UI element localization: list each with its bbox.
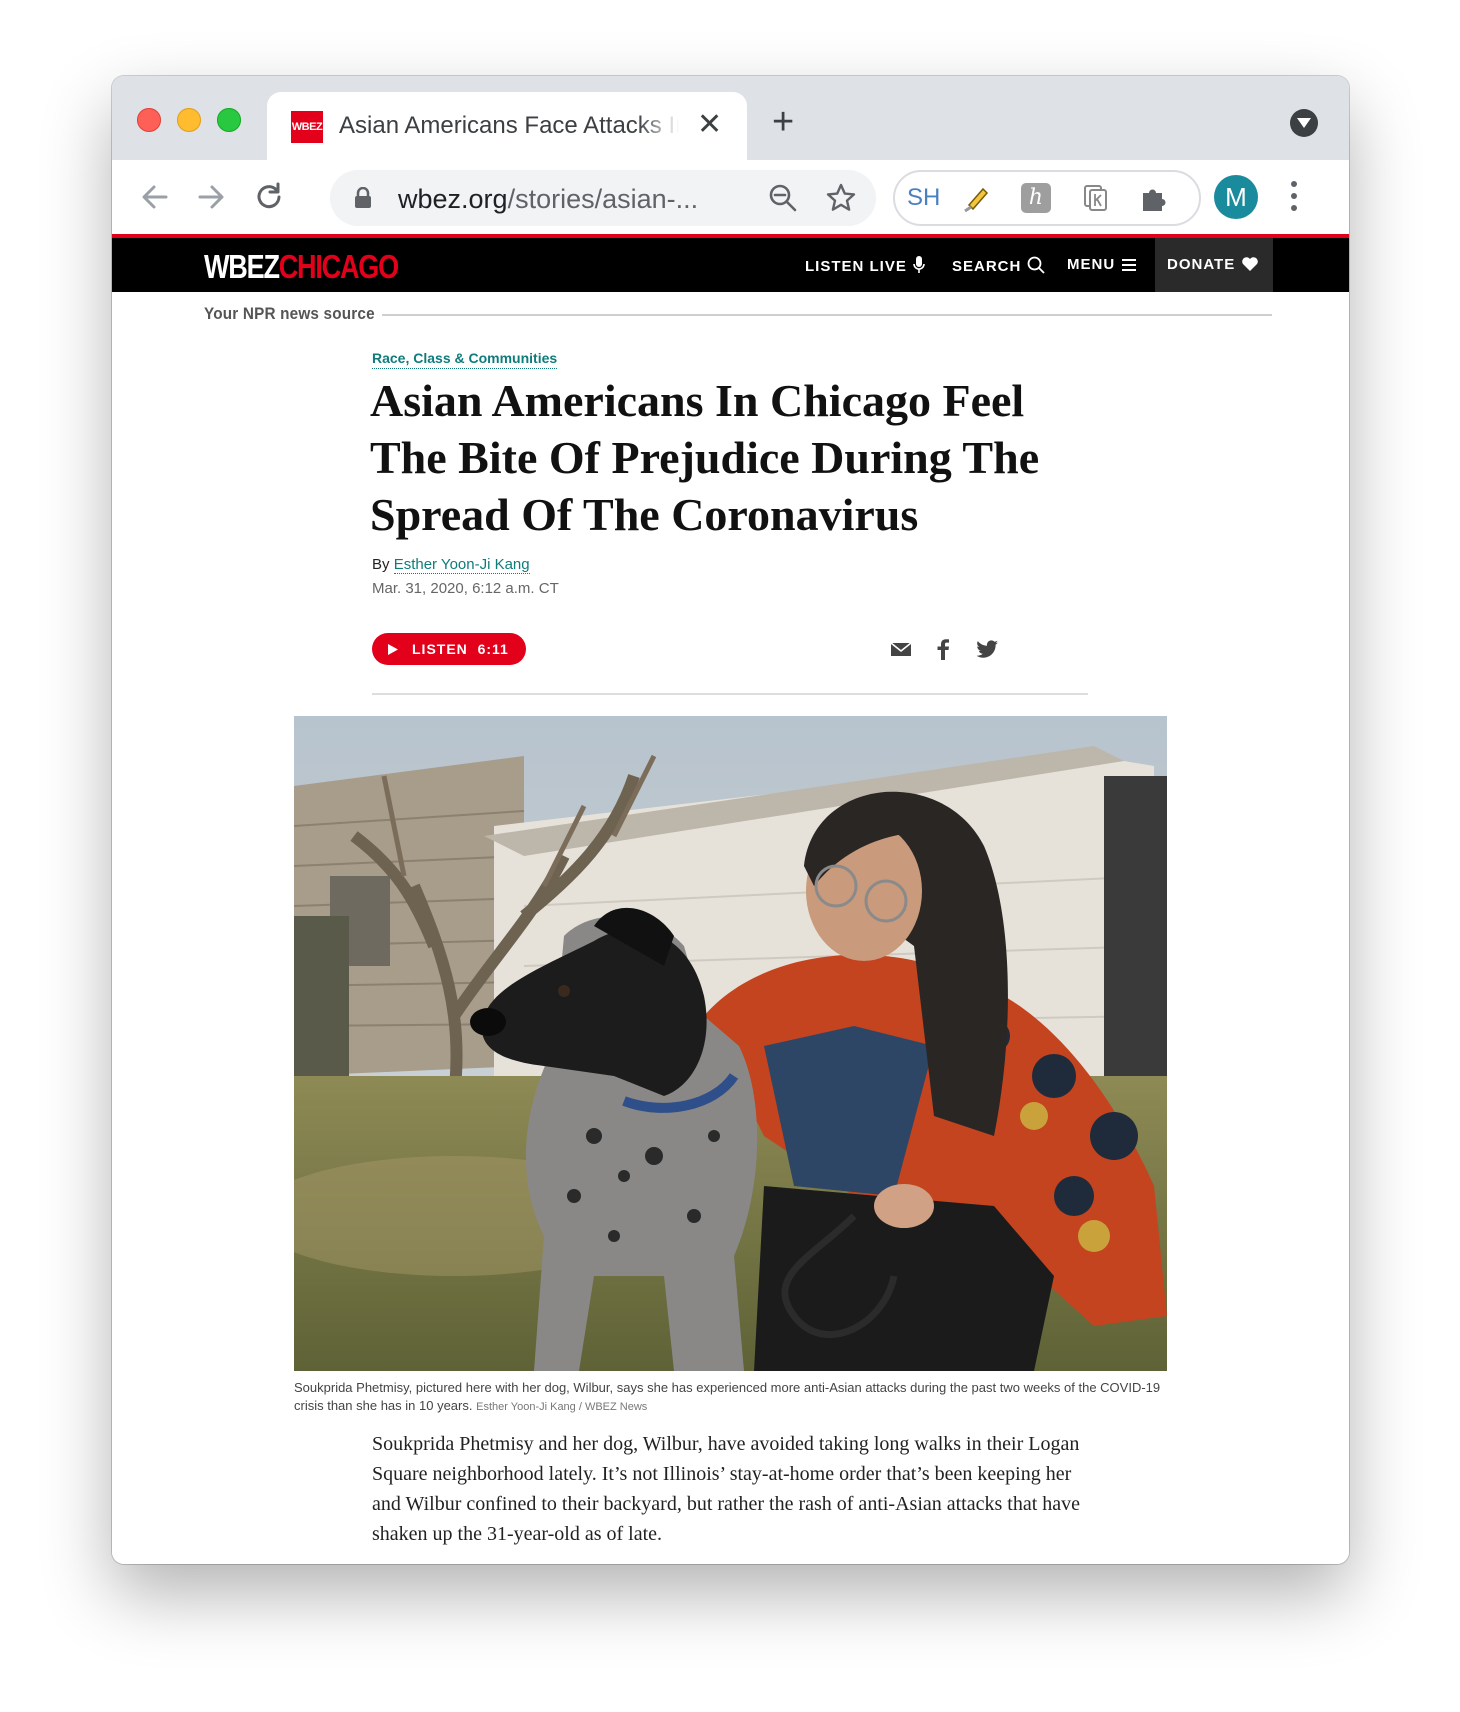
tab-strip: WBEZ Asian Americans Face Attacks In Chi…	[112, 76, 1349, 160]
zoom-out-icon[interactable]	[768, 183, 798, 213]
menu-label: MENU	[1067, 256, 1116, 273]
maximize-window-button[interactable]	[217, 108, 241, 132]
site-header: WBEZCHICAGO LISTEN LIVE SEARCH MENU DONA…	[112, 238, 1349, 292]
chevron-down-icon	[1297, 118, 1311, 128]
browser-tab[interactable]: WBEZ Asian Americans Face Attacks In Chi…	[267, 92, 747, 160]
highlighter-icon[interactable]	[961, 183, 991, 213]
donate-label: DONATE	[1167, 256, 1236, 273]
listen-duration: 6:11	[477, 641, 509, 657]
play-icon	[388, 644, 398, 655]
star-icon[interactable]	[825, 182, 857, 214]
listen-label: LISTEN	[412, 641, 468, 657]
web-page: WBEZCHICAGO LISTEN LIVE SEARCH MENU DONA…	[112, 234, 1349, 1564]
category-link[interactable]: Race, Class & Communities	[372, 350, 558, 369]
listen-live-link[interactable]: LISTEN LIVE	[805, 256, 925, 275]
search-icon	[1027, 256, 1045, 274]
publish-date: Mar. 31, 2020, 6:12 a.m. CT	[372, 580, 559, 597]
address-bar[interactable]: wbez.org/stories/asian-...	[330, 170, 876, 226]
profile-avatar[interactable]: M	[1214, 175, 1258, 219]
logo-accent: CHICAGO	[278, 248, 399, 285]
article-divider	[372, 693, 1088, 695]
search-label: SEARCH	[952, 258, 1022, 275]
site-tagline: Your NPR news source	[204, 304, 375, 323]
byline: By Esther Yoon-Ji Kang	[372, 556, 530, 574]
donate-text: DONATE	[1167, 256, 1259, 273]
url-path: /stories/asian-...	[507, 184, 699, 214]
heart-icon	[1242, 257, 1259, 271]
site-logo[interactable]: WBEZCHICAGO	[204, 248, 399, 286]
reload-icon[interactable]	[250, 178, 288, 216]
k-extension-icon[interactable]	[1081, 183, 1111, 213]
facebook-icon[interactable]	[930, 636, 956, 662]
minimize-window-button[interactable]	[177, 108, 201, 132]
donate-button[interactable]: DONATE	[1155, 238, 1273, 292]
author-link[interactable]: Esther Yoon-Ji Kang	[393, 556, 530, 574]
menu-icon	[1122, 259, 1137, 271]
browser-window: WBEZ Asian Americans Face Attacks In Chi…	[112, 76, 1349, 1564]
caption-text: Soukprida Phetmisy, pictured here with h…	[294, 1380, 1161, 1413]
forward-arrow-icon[interactable]	[192, 178, 230, 216]
microphone-icon	[913, 256, 925, 273]
listen-label-group: LISTEN 6:11	[412, 641, 509, 657]
photo-illustration	[294, 716, 1167, 1371]
h-extension-icon[interactable]: ℎ	[1021, 183, 1051, 213]
article-headline: Asian Americans In Chicago Feel The Bite…	[370, 375, 1040, 540]
twitter-icon[interactable]	[974, 636, 1000, 662]
browser-toolbar: wbez.org/stories/asian-... SH ℎ M	[112, 160, 1349, 234]
kebab-menu-icon[interactable]	[1290, 180, 1298, 212]
photo-caption: Soukprida Phetmisy, pictured here with h…	[294, 1379, 1174, 1416]
url-text: wbez.org/stories/asian-...	[398, 184, 698, 215]
tab-search-button[interactable]	[1290, 109, 1318, 137]
new-tab-button[interactable]: +	[772, 102, 794, 142]
menu-link[interactable]: MENU	[1067, 256, 1137, 273]
tab-favicon: WBEZ	[291, 111, 323, 143]
extensions-group: SH ℎ	[893, 170, 1201, 226]
lock-icon[interactable]	[354, 187, 372, 209]
tagline-divider	[382, 314, 1272, 316]
search-link[interactable]: SEARCH	[952, 256, 1045, 275]
logo-main: WBEZ	[204, 248, 280, 285]
listen-live-label: LISTEN LIVE	[805, 258, 907, 275]
listen-button[interactable]: LISTEN 6:11	[372, 633, 526, 665]
sh-extension[interactable]: SH	[907, 184, 940, 214]
byline-prefix: By	[372, 556, 390, 573]
close-window-button[interactable]	[137, 108, 161, 132]
article-paragraph: Soukprida Phetmisy and her dog, Wilbur, …	[372, 1433, 1081, 1545]
photo-credit: Esther Yoon-Ji Kang / WBEZ News	[476, 1401, 648, 1413]
email-icon[interactable]	[888, 636, 914, 662]
url-domain: wbez.org	[398, 184, 508, 214]
article-photo[interactable]	[294, 716, 1167, 1371]
back-arrow-icon[interactable]	[136, 178, 174, 216]
tab-title: Asian Americans Face Attacks In Chicago …	[339, 112, 679, 139]
tab-close-icon[interactable]: ✕	[697, 108, 722, 142]
puzzle-icon[interactable]	[1139, 183, 1169, 213]
